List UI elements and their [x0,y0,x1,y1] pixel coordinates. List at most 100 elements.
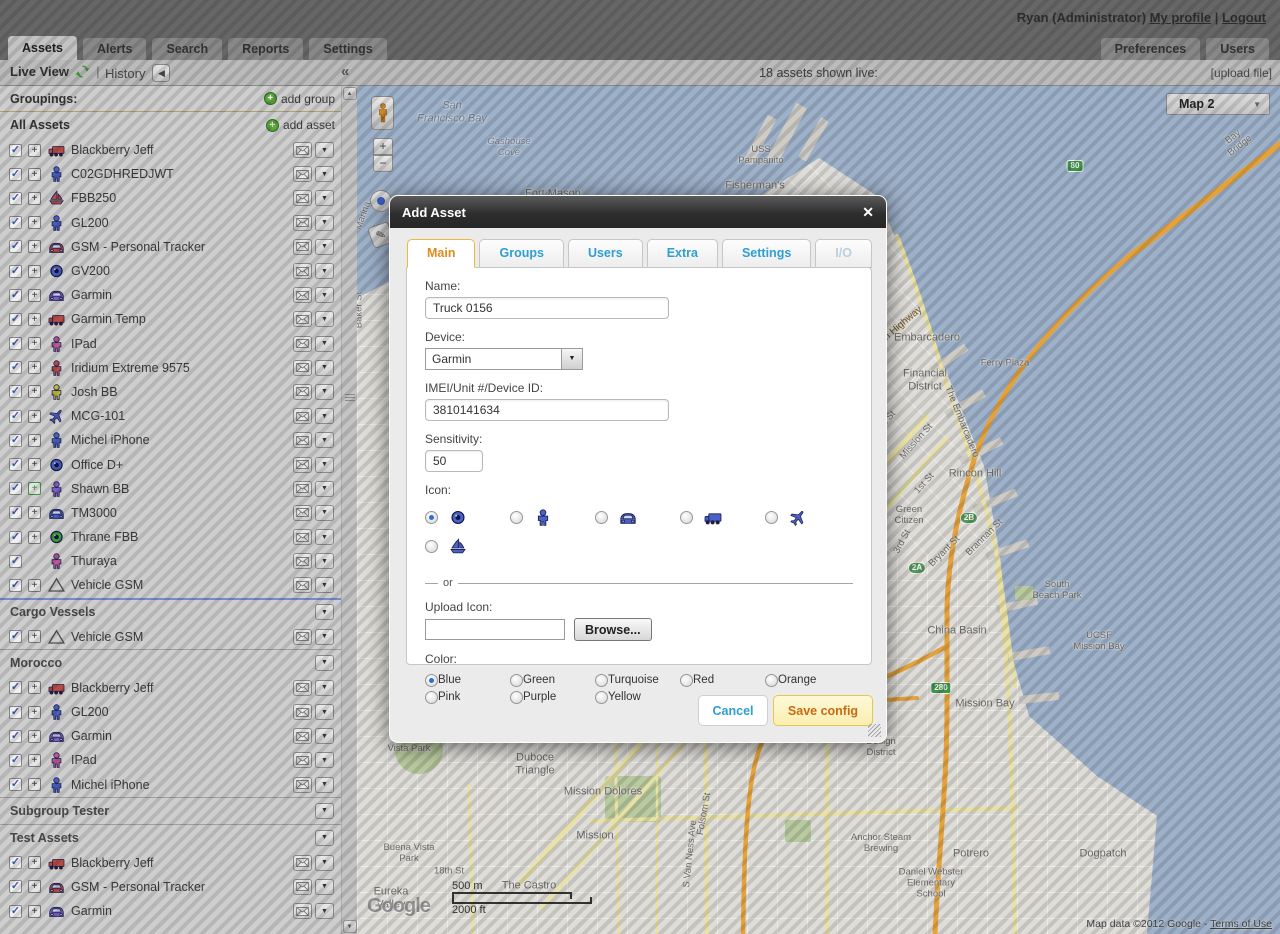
dialog-resize-grip[interactable] [868,724,881,737]
asset-checkbox[interactable]: ✓ [9,681,22,694]
asset-checkbox[interactable]: ✓ [9,385,22,398]
asset-row[interactable]: ✓+Garmin Temp▼ [0,307,341,331]
scrollbar-grip[interactable] [345,394,355,402]
asset-row[interactable]: ✓+Thrane FBB▼ [0,525,341,549]
expand-plus-button[interactable]: + [28,730,41,743]
asset-menu-button[interactable]: ▼ [315,553,334,569]
asset-row[interactable]: ✓+GSM - Personal Tracker▼ [0,875,341,899]
mail-alert-button[interactable] [293,481,312,497]
mail-alert-button[interactable] [293,855,312,871]
expand-plus-button[interactable]: + [28,531,41,544]
mail-alert-button[interactable] [293,879,312,895]
mail-alert-button[interactable] [293,239,312,255]
dialog-tab-groups[interactable]: Groups [479,239,563,268]
asset-row[interactable]: ✓+C02GDHREDJWT▼ [0,162,341,186]
asset-row[interactable]: ✓+Michel iPhone▼ [0,773,341,797]
asset-row[interactable]: ✓+Blackberry Jeff▼ [0,676,341,700]
asset-menu-button[interactable]: ▼ [315,239,334,255]
browse-button[interactable]: Browse... [574,618,652,641]
asset-checkbox[interactable]: ✓ [9,192,22,205]
scroll-up-button[interactable]: ▲ [343,87,357,100]
icon-radio[interactable] [510,511,523,524]
asset-checkbox[interactable]: ✓ [9,289,22,302]
street-view-pegman[interactable] [371,96,394,130]
icon-option-plane[interactable] [765,509,850,526]
asset-menu-button[interactable]: ▼ [315,142,334,158]
tab-settings[interactable]: Settings [309,38,386,60]
mail-alert-button[interactable] [293,215,312,231]
group-menu-button[interactable]: ▼ [315,803,334,819]
asset-row[interactable]: ✓+Josh BB▼ [0,380,341,404]
expand-plus-button[interactable]: + [28,706,41,719]
tab-preferences[interactable]: Preferences [1101,38,1201,60]
history-control[interactable]: History ◀ [105,64,170,82]
expand-plus-button[interactable]: + [28,458,41,471]
map-style-selector[interactable]: Map 2 ▼ [1166,93,1270,115]
asset-row[interactable]: ✓+Blackberry Jeff▼ [0,851,341,875]
asset-row[interactable]: ✓+TM3000▼ [0,501,341,525]
asset-checkbox[interactable]: ✓ [9,778,22,791]
asset-row[interactable]: ✓+Michel iPhone▼ [0,428,341,452]
close-icon[interactable]: ✕ [862,204,874,221]
mail-alert-button[interactable] [293,752,312,768]
asset-menu-button[interactable]: ▼ [315,311,334,327]
asset-checkbox[interactable]: ✓ [9,265,22,278]
mail-alert-button[interactable] [293,704,312,720]
expand-plus-button[interactable]: + [28,754,41,767]
asset-checkbox[interactable]: ✓ [9,337,22,350]
asset-row[interactable]: ✓+GV200▼ [0,259,341,283]
asset-checkbox[interactable]: ✓ [9,240,22,253]
asset-checkbox[interactable]: ✓ [9,434,22,447]
tab-reports[interactable]: Reports [228,38,303,60]
expand-plus-button[interactable]: + [28,240,41,253]
asset-checkbox[interactable]: ✓ [9,555,22,568]
asset-checkbox[interactable]: ✓ [9,531,22,544]
asset-menu-button[interactable]: ▼ [315,505,334,521]
mail-alert-button[interactable] [293,529,312,545]
tab-assets[interactable]: Assets [8,36,77,60]
asset-checkbox[interactable]: ✓ [9,880,22,893]
asset-menu-button[interactable]: ▼ [315,855,334,871]
icon-option-truck[interactable] [680,509,765,526]
icon-radio[interactable] [425,540,438,553]
asset-menu-button[interactable]: ▼ [315,384,334,400]
mail-alert-button[interactable] [293,577,312,593]
icon-option-boat[interactable] [425,538,510,555]
asset-menu-button[interactable]: ▼ [315,457,334,473]
my-profile-link[interactable]: My profile [1150,10,1211,25]
mail-alert-button[interactable] [293,457,312,473]
group-menu-button[interactable]: ▼ [315,604,334,620]
asset-row[interactable]: ✓+Blackberry Jeff▼ [0,138,341,162]
expand-plus-button[interactable]: + [28,265,41,278]
mail-alert-button[interactable] [293,190,312,206]
expand-plus-button[interactable]: + [28,385,41,398]
upload-file-link[interactable]: [upload file] [1211,66,1272,80]
mail-alert-button[interactable] [293,777,312,793]
expand-plus-button[interactable]: + [28,579,41,592]
expand-plus-button[interactable]: + [28,337,41,350]
asset-menu-button[interactable]: ▼ [315,432,334,448]
expand-plus-button[interactable]: + [28,168,41,181]
asset-row[interactable]: ✓+Shawn BB▼ [0,477,341,501]
asset-row[interactable]: ✓+Office D+▼ [0,452,341,476]
asset-checkbox[interactable]: ✓ [9,706,22,719]
expand-plus-button[interactable]: + [28,880,41,893]
asset-menu-button[interactable]: ▼ [315,903,334,919]
logout-link[interactable]: Logout [1222,10,1266,25]
expand-plus-button[interactable]: + [28,434,41,447]
asset-checkbox[interactable]: ✓ [9,144,22,157]
icon-radio[interactable] [680,511,693,524]
asset-row[interactable]: ✓+Garmin▼ [0,283,341,307]
asset-checkbox[interactable]: ✓ [9,168,22,181]
dialog-tab-users[interactable]: Users [568,239,643,268]
mail-alert-button[interactable] [293,680,312,696]
asset-checkbox[interactable]: ✓ [9,410,22,423]
dialog-tab-extra[interactable]: Extra [647,239,718,268]
asset-row[interactable]: ✓+FBB250▼ [0,186,341,210]
expand-plus-button[interactable]: + [28,681,41,694]
asset-row[interactable]: ✓+MCG-101▼ [0,404,341,428]
mail-alert-button[interactable] [293,142,312,158]
name-input[interactable] [425,297,669,319]
expand-plus-button[interactable]: + [28,905,41,918]
mail-alert-button[interactable] [293,553,312,569]
